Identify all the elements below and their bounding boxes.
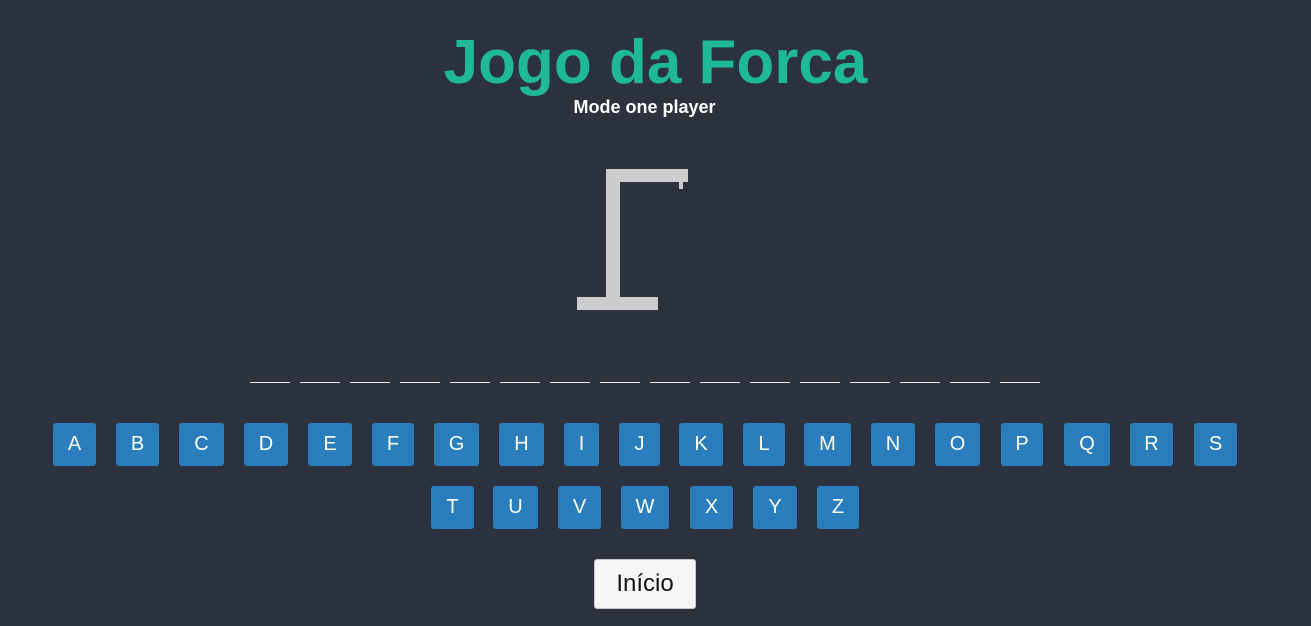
letter-key-p[interactable]: P bbox=[1001, 423, 1043, 466]
gallows-pole bbox=[606, 169, 620, 299]
letter-slot bbox=[650, 370, 690, 383]
letter-key-d[interactable]: D bbox=[244, 423, 288, 466]
letter-key-n[interactable]: N bbox=[871, 423, 915, 466]
letter-key-b[interactable]: B bbox=[116, 423, 159, 466]
letter-key-m[interactable]: M bbox=[804, 423, 851, 466]
letter-key-c[interactable]: C bbox=[179, 423, 224, 466]
letter-key-y[interactable]: Y bbox=[753, 486, 797, 529]
letter-slot bbox=[300, 370, 340, 383]
letter-slot bbox=[600, 370, 640, 383]
letter-key-i[interactable]: I bbox=[564, 423, 599, 466]
letter-key-k[interactable]: K bbox=[679, 423, 723, 466]
gallows-beam bbox=[606, 169, 688, 182]
letter-key-r[interactable]: R bbox=[1130, 423, 1173, 466]
letter-key-h[interactable]: H bbox=[499, 423, 544, 466]
letter-key-l[interactable]: L bbox=[743, 423, 785, 466]
letter-key-o[interactable]: O bbox=[935, 423, 980, 466]
letter-slot bbox=[950, 370, 990, 383]
letter-slot bbox=[900, 370, 940, 383]
gallows-icon bbox=[577, 169, 688, 310]
letter-slot bbox=[1000, 370, 1040, 383]
letter-slot bbox=[250, 370, 290, 383]
letter-slot bbox=[500, 370, 540, 383]
letter-key-z[interactable]: Z bbox=[817, 486, 859, 529]
letter-slot bbox=[850, 370, 890, 383]
start-button[interactable]: Início bbox=[594, 559, 696, 609]
gallows-rope bbox=[679, 180, 683, 189]
letter-slot bbox=[550, 370, 590, 383]
letter-key-j[interactable]: J bbox=[619, 423, 660, 466]
game-page: Jogo da Forca Mode one player ABCDEFGHIJ… bbox=[0, 0, 1311, 626]
letter-key-t[interactable]: T bbox=[431, 486, 474, 529]
letter-slot bbox=[750, 370, 790, 383]
letter-key-u[interactable]: U bbox=[493, 486, 538, 529]
letter-key-f[interactable]: F bbox=[372, 423, 414, 466]
letter-slot bbox=[400, 370, 440, 383]
page-title: Jogo da Forca bbox=[443, 28, 868, 97]
word-slots bbox=[250, 370, 1040, 383]
letter-key-w[interactable]: W bbox=[621, 486, 669, 529]
letter-key-v[interactable]: V bbox=[558, 486, 601, 529]
letter-key-s[interactable]: S bbox=[1194, 423, 1237, 466]
letter-key-g[interactable]: G bbox=[434, 423, 479, 466]
letter-key-a[interactable]: A bbox=[53, 423, 96, 466]
letter-slot bbox=[800, 370, 840, 383]
letter-slot bbox=[350, 370, 390, 383]
letter-key-e[interactable]: E bbox=[308, 423, 352, 466]
letter-slot bbox=[700, 370, 740, 383]
letter-slot bbox=[450, 370, 490, 383]
letter-key-q[interactable]: Q bbox=[1064, 423, 1110, 466]
mode-subtitle: Mode one player bbox=[573, 97, 716, 117]
letter-key-x[interactable]: X bbox=[690, 486, 733, 529]
